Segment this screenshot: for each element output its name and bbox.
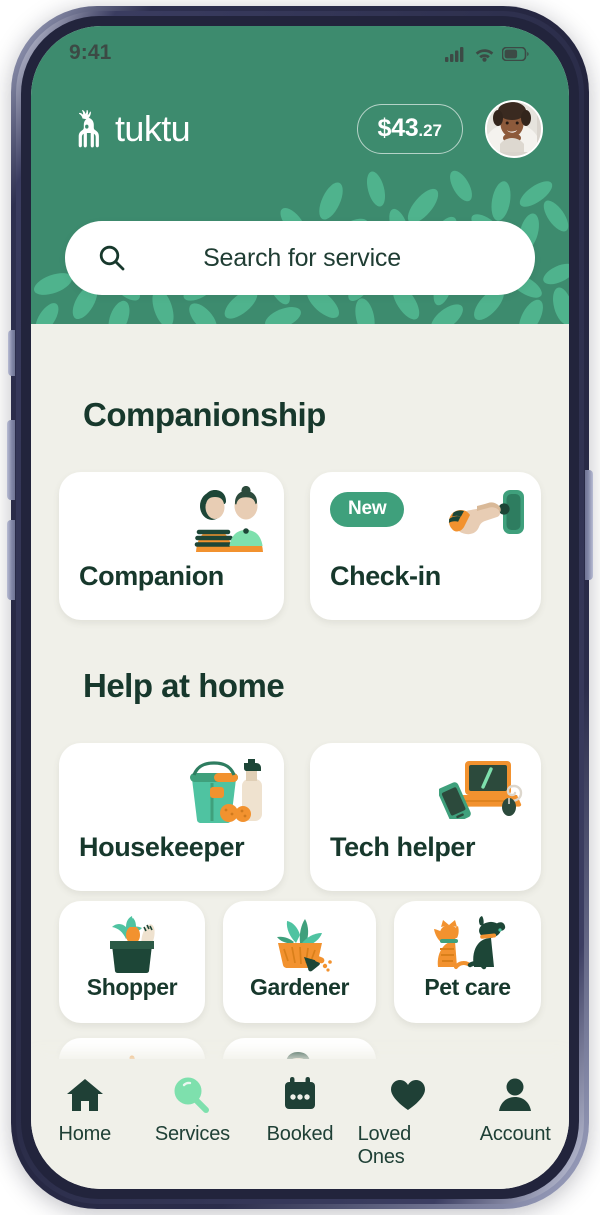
person-icon [499, 1078, 532, 1111]
handyman-person-icon [223, 1052, 376, 1059]
search-input[interactable]: Search for service [127, 244, 477, 273]
header-bar: tuktu $43 .27 [31, 98, 569, 160]
section-title-help-at-home: Help at home [83, 667, 285, 704]
power-button[interactable] [585, 470, 593, 580]
services-content: Companionship Companion New Check-in Hel… [31, 324, 569, 1059]
nav-item-home[interactable]: Home [35, 1077, 135, 1146]
search-icon [99, 245, 125, 271]
service-card-label: Pet care [424, 974, 511, 1000]
service-card-label: Shopper [86, 974, 178, 1000]
bottom-navigation-bar: Home Services Booked Loved Ones Account [31, 1059, 569, 1189]
grocery-bag-icon [59, 915, 205, 978]
heart-icon [390, 1080, 425, 1110]
avatar[interactable] [485, 100, 543, 158]
service-card-housekeeper[interactable]: Housekeeper [59, 743, 284, 891]
nav-item-label: Services [154, 1123, 230, 1145]
screenshot-stage: tuktu $43 .27 9:41 Search for service Co… [0, 0, 600, 1215]
cellular-signal-icon [445, 47, 464, 62]
hand-pressing-button-icon [447, 486, 527, 555]
service-card-label: Tech helper [330, 832, 476, 862]
service-card-tech-helper[interactable]: Tech helper [310, 743, 541, 891]
volume-up-button[interactable] [7, 420, 15, 500]
service-card-shopper[interactable]: Shopper [59, 901, 205, 1023]
service-card-check-in[interactable]: New Check-in [310, 472, 541, 620]
balance-pill[interactable]: $43 .27 [356, 104, 463, 154]
user-avatar-photo [487, 102, 537, 152]
calendar-icon [284, 1077, 315, 1109]
section-title-companionship: Companionship [83, 396, 326, 433]
status-time: 9:41 [69, 41, 112, 64]
cooking-pot-icon [59, 1052, 205, 1059]
two-people-icon [186, 485, 270, 557]
brand-name: tuktu [115, 108, 191, 149]
nav-item-services[interactable]: Services [142, 1077, 242, 1146]
balance-cents: .27 [418, 121, 442, 140]
status-bar: 9:41 [31, 26, 569, 74]
service-card-label: Housekeeper [79, 832, 245, 862]
cleaning-bucket-icon [184, 757, 270, 828]
caribou-logo-icon [78, 109, 99, 148]
laptop-phone-mouse-icon [437, 757, 527, 824]
cat-and-dog-icon [394, 915, 541, 976]
nav-item-label: Loved Ones [357, 1123, 412, 1168]
service-card-companion[interactable]: Companion [59, 472, 284, 620]
wifi-icon [475, 49, 494, 62]
service-card-label: Companion [79, 561, 224, 591]
service-card-handyman-partial[interactable] [223, 1038, 376, 1059]
nav-item-label: Home [58, 1123, 112, 1145]
phone-screen: tuktu $43 .27 9:41 Search for service Co… [31, 26, 569, 1189]
home-icon [66, 1079, 103, 1111]
nav-item-account[interactable]: Account [465, 1077, 565, 1146]
search-magnifier-icon [174, 1077, 210, 1113]
nav-item-label: Booked [266, 1123, 334, 1145]
status-icons [445, 38, 529, 62]
status-badge-new: New [330, 492, 405, 527]
service-card-label: Gardener [249, 974, 350, 1000]
volume-down-button[interactable] [7, 520, 15, 600]
nav-item-label: Account [479, 1123, 551, 1145]
service-card-cook-partial[interactable] [59, 1038, 205, 1059]
battery-icon [502, 47, 529, 61]
search-bar[interactable]: Search for service [65, 221, 535, 295]
brand-logo[interactable]: tuktu [75, 108, 191, 150]
silent-switch-button[interactable] [8, 330, 15, 376]
balance-amount: $43 [377, 114, 419, 142]
potted-plant-trowel-icon [223, 915, 376, 978]
nav-item-loved-ones[interactable]: Loved Ones [358, 1077, 458, 1169]
service-card-label: Check-in [330, 561, 441, 591]
service-card-pet-care[interactable]: Pet care [394, 901, 541, 1023]
service-card-gardener[interactable]: Gardener [223, 901, 376, 1023]
nav-item-booked[interactable]: Booked [250, 1077, 350, 1146]
